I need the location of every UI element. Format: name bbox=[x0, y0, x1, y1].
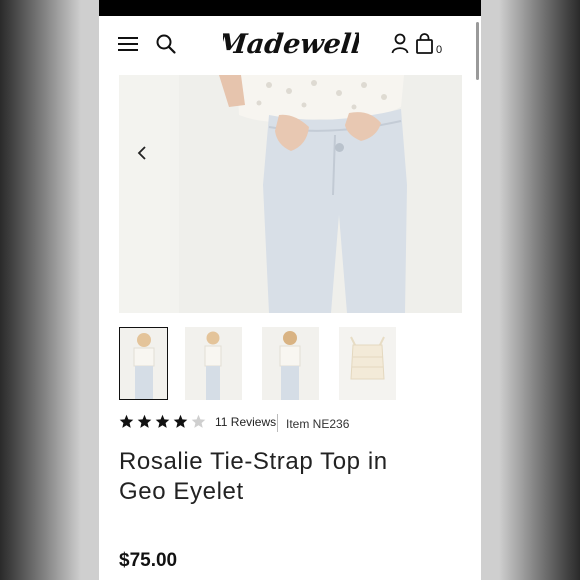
rating-row: 11 Reviews Item NE236 bbox=[119, 414, 459, 432]
reviews-link[interactable]: 11 Reviews bbox=[215, 415, 276, 429]
product-price: $75.00 bbox=[119, 550, 178, 571]
product-main-image[interactable] bbox=[119, 75, 462, 313]
gallery-prev-button[interactable] bbox=[137, 145, 147, 163]
shopping-bag-icon bbox=[416, 33, 433, 54]
brand-logo-text: Madewell bbox=[223, 29, 359, 60]
hamburger-icon bbox=[118, 37, 138, 51]
thumbnail-side[interactable] bbox=[185, 327, 242, 400]
product-title-line-2: Geo Eyelet bbox=[119, 478, 244, 505]
product-title-line-1: Rosalie Tie-Strap Top in bbox=[119, 448, 388, 475]
search-button[interactable] bbox=[155, 33, 177, 55]
star-filled-icon bbox=[173, 414, 188, 428]
phone-screen: Madewell 0 11 Reviews Item NE236 Rosalie… bbox=[99, 0, 481, 580]
star-filled-icon bbox=[155, 414, 170, 428]
bag-count-badge: 0 bbox=[436, 44, 443, 56]
divider bbox=[277, 414, 278, 432]
status-bar bbox=[99, 0, 481, 16]
star-empty-icon bbox=[191, 414, 206, 428]
brand-logo[interactable]: Madewell bbox=[214, 27, 363, 63]
star-filled-icon bbox=[137, 414, 152, 428]
product-title: Rosalie Tie-Strap Top in Geo Eyelet bbox=[119, 447, 459, 507]
search-icon bbox=[156, 34, 176, 54]
account-button[interactable] bbox=[391, 33, 409, 55]
chevron-left-icon bbox=[137, 146, 146, 160]
thumbnail-flat-lay[interactable] bbox=[339, 327, 396, 400]
menu-button[interactable] bbox=[117, 34, 139, 54]
scrollbar-thumb[interactable] bbox=[476, 22, 479, 80]
user-icon bbox=[391, 33, 409, 54]
star-filled-icon bbox=[119, 414, 134, 428]
thumbnail-front[interactable] bbox=[119, 327, 168, 400]
item-number: Item NE236 bbox=[286, 417, 350, 431]
thumbnail-back[interactable] bbox=[262, 327, 319, 400]
